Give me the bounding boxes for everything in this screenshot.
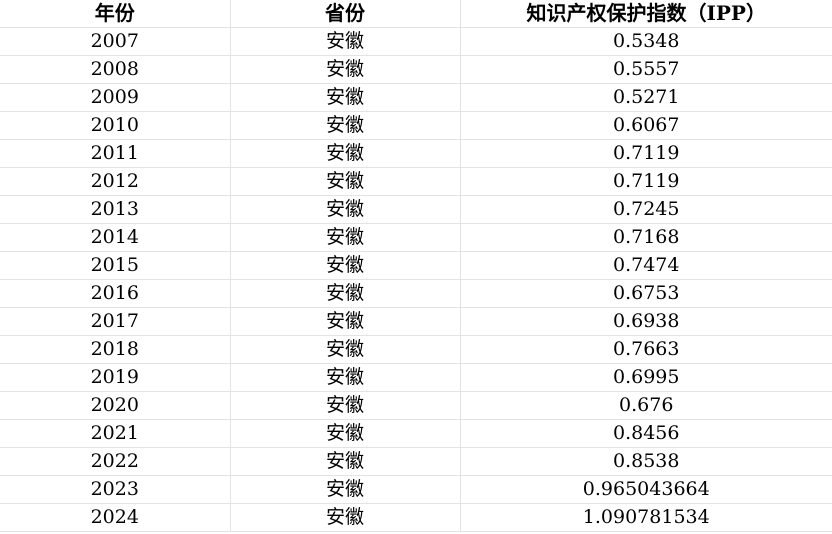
province-cell: 安徽 — [230, 55, 461, 84]
province-cell: 安徽 — [230, 335, 461, 364]
ipp-value-cell: 0.965043664 — [460, 475, 832, 504]
year-cell: 2023 — [0, 475, 231, 504]
ipp-value-cell: 0.7245 — [460, 195, 832, 224]
ipp-value-cell: 0.6067 — [460, 111, 832, 140]
header-row: 年份 省份 知识产权保护指数（IPP） — [0, 0, 832, 28]
year-cell: 2018 — [0, 335, 231, 364]
year-cell: 2016 — [0, 279, 231, 308]
province-cell: 安徽 — [230, 223, 461, 252]
ipp-value-cell: 0.6995 — [460, 363, 832, 392]
table-row: 2023 安徽 0.965043664 — [0, 475, 832, 504]
province-cell: 安徽 — [230, 475, 461, 504]
year-cell: 2009 — [0, 83, 231, 112]
header-ipp: 知识产权保护指数（IPP） — [460, 0, 832, 28]
ipp-value-cell: 0.7474 — [460, 251, 832, 280]
year-cell: 2010 — [0, 111, 231, 140]
table-row: 2017 安徽 0.6938 — [0, 307, 832, 336]
province-cell: 安徽 — [230, 363, 461, 392]
header-province: 省份 — [230, 0, 461, 28]
ipp-value-cell: 0.7663 — [460, 335, 832, 364]
year-cell: 2014 — [0, 223, 231, 252]
province-cell: 安徽 — [230, 307, 461, 336]
table-row: 2020 安徽 0.676 — [0, 391, 832, 420]
table-row: 2016 安徽 0.6753 — [0, 279, 832, 308]
year-cell: 2008 — [0, 55, 231, 84]
table-row: 2024 安徽 1.090781534 — [0, 503, 832, 532]
province-cell: 安徽 — [230, 391, 461, 420]
province-cell: 安徽 — [230, 251, 461, 280]
ipp-value-cell: 0.8538 — [460, 447, 832, 476]
year-cell: 2011 — [0, 139, 231, 168]
year-cell: 2020 — [0, 391, 231, 420]
table-row: 2022 安徽 0.8538 — [0, 447, 832, 476]
table-row: 2018 安徽 0.7663 — [0, 335, 832, 364]
ipp-value-cell: 0.6938 — [460, 307, 832, 336]
province-cell: 安徽 — [230, 195, 461, 224]
year-cell: 2019 — [0, 363, 231, 392]
table-row: 2009 安徽 0.5271 — [0, 83, 832, 112]
province-cell: 安徽 — [230, 447, 461, 476]
year-cell: 2024 — [0, 503, 231, 532]
province-cell: 安徽 — [230, 167, 461, 196]
header-year: 年份 — [0, 0, 231, 28]
province-cell: 安徽 — [230, 83, 461, 112]
table-row: 2019 安徽 0.6995 — [0, 363, 832, 392]
province-cell: 安徽 — [230, 27, 461, 56]
year-cell: 2021 — [0, 419, 231, 448]
year-cell: 2007 — [0, 27, 231, 56]
province-cell: 安徽 — [230, 503, 461, 532]
province-cell: 安徽 — [230, 139, 461, 168]
year-cell: 2022 — [0, 447, 231, 476]
table-row: 2015 安徽 0.7474 — [0, 251, 832, 280]
province-cell: 安徽 — [230, 279, 461, 308]
table-row: 2011 安徽 0.7119 — [0, 139, 832, 168]
year-cell: 2017 — [0, 307, 231, 336]
table-row: 2014 安徽 0.7168 — [0, 223, 832, 252]
ipp-value-cell: 1.090781534 — [460, 503, 832, 532]
ipp-value-cell: 0.7119 — [460, 167, 832, 196]
table-row: 2010 安徽 0.6067 — [0, 111, 832, 140]
ipp-value-cell: 0.7168 — [460, 223, 832, 252]
ipp-value-cell: 0.6753 — [460, 279, 832, 308]
table-row: 2007 安徽 0.5348 — [0, 27, 832, 56]
table-row: 2013 安徽 0.7245 — [0, 195, 832, 224]
province-cell: 安徽 — [230, 111, 461, 140]
table-row: 2012 安徽 0.7119 — [0, 167, 832, 196]
ipp-value-cell: 0.8456 — [460, 419, 832, 448]
table-row: 2008 安徽 0.5557 — [0, 55, 832, 84]
ipp-value-cell: 0.5271 — [460, 83, 832, 112]
table-body: 2007 安徽 0.5348 2008 安徽 0.5557 2009 安徽 0.5271 2010… — [0, 27, 832, 532]
ipp-value-cell: 0.676 — [460, 391, 832, 420]
ipp-table: 年份 省份 知识产权保护指数（IPP） 2007 安徽 0.5348 2008 安徽 0.… — [0, 0, 832, 532]
ipp-value-cell: 0.5557 — [460, 55, 832, 84]
year-cell: 2015 — [0, 251, 231, 280]
ipp-value-cell: 0.7119 — [460, 139, 832, 168]
ipp-value-cell: 0.5348 — [460, 27, 832, 56]
province-cell: 安徽 — [230, 419, 461, 448]
table-row: 2021 安徽 0.8456 — [0, 419, 832, 448]
year-cell: 2013 — [0, 195, 231, 224]
year-cell: 2012 — [0, 167, 231, 196]
